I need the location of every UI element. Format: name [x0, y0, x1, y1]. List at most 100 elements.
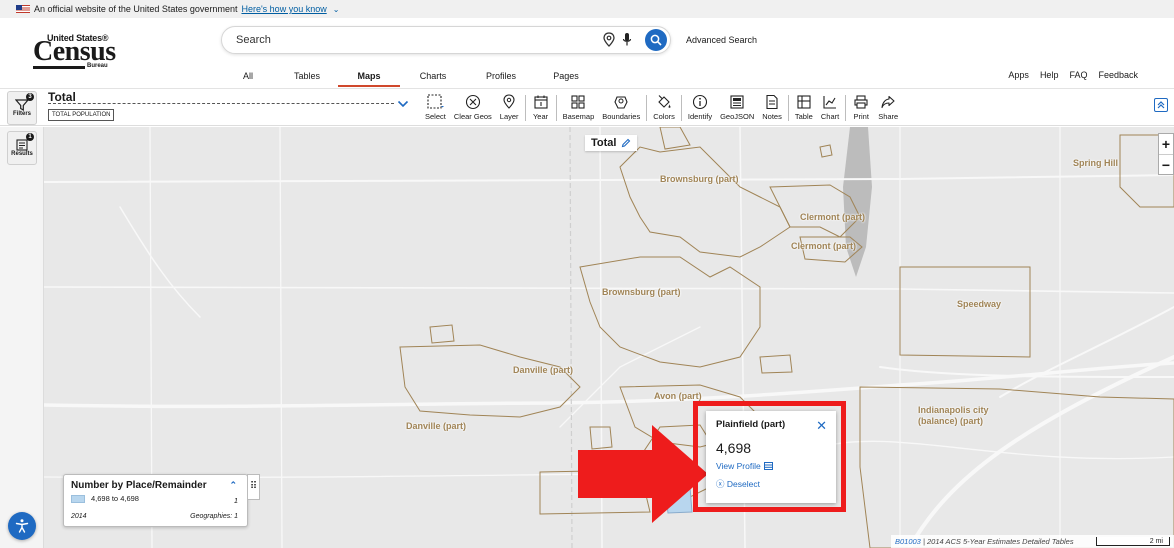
- chevron-down-icon[interactable]: ⌄: [333, 5, 340, 14]
- filters-button[interactable]: Filters 3: [7, 91, 37, 125]
- map-legend: Number by Place/Remainder ⌃ 4,698 to 4,6…: [63, 474, 248, 527]
- share-label: Share: [878, 112, 899, 121]
- gov-banner: An official website of the United States…: [0, 0, 1174, 18]
- location-pin-icon[interactable]: [602, 32, 616, 48]
- chart-button[interactable]: Chart: [817, 93, 843, 123]
- place-label-avon: Avon (part): [654, 391, 702, 401]
- search-button[interactable]: [645, 29, 667, 51]
- site-header: United States® Census Bureau Advanced Se…: [0, 18, 1174, 88]
- double-chevron-up-icon[interactable]: ⌃: [229, 480, 237, 491]
- notes-icon: [763, 93, 781, 111]
- table-title[interactable]: Total: [48, 90, 76, 104]
- layer-button[interactable]: Layer: [496, 93, 523, 123]
- notes-button[interactable]: Notes: [758, 93, 786, 123]
- share-button[interactable]: Share: [874, 93, 902, 123]
- legend-geographies: Geographies: 1: [190, 513, 238, 520]
- boundaries-icon: [612, 93, 630, 111]
- map-toolbar: Filters 3 Total TOTAL POPULATION Select …: [0, 88, 1174, 126]
- collapse-toolbar-button[interactable]: [1154, 98, 1168, 112]
- toolbar-divider: [646, 95, 648, 121]
- toolbar-divider: [524, 95, 526, 121]
- place-label-danville: Danville (part): [513, 365, 574, 375]
- select-label: Select: [425, 112, 446, 121]
- colors-button[interactable]: Colors: [649, 93, 679, 123]
- printer-icon: [852, 93, 870, 111]
- legend-swatch: [71, 494, 85, 503]
- chevron-down-icon[interactable]: [397, 99, 409, 109]
- boundaries-button[interactable]: Boundaries: [598, 93, 644, 123]
- place-label-indianapolis: Indianapolis city: [918, 405, 989, 415]
- place-label-brownsburg: Brownsburg (part): [602, 287, 681, 297]
- double-chevron-up-icon: [1157, 101, 1165, 109]
- accessibility-button[interactable]: [8, 512, 36, 540]
- identify-label: Identify: [687, 112, 713, 121]
- heres-how-you-know-link[interactable]: Here's how you know: [241, 4, 326, 14]
- chart-label: Chart: [820, 112, 840, 121]
- results-button[interactable]: Results 1: [7, 131, 37, 165]
- identify-button[interactable]: Identify: [684, 93, 716, 123]
- tab-maps[interactable]: Maps: [338, 69, 400, 87]
- place-label-clermont: Clermont (part): [800, 212, 865, 222]
- table-id-link[interactable]: B01003: [895, 537, 921, 546]
- filters-count-badge: 3: [26, 93, 34, 101]
- accessibility-icon: [15, 519, 29, 533]
- apps-link[interactable]: Apps: [1008, 70, 1029, 80]
- toolbar-divider: [787, 95, 789, 121]
- table-button[interactable]: Table: [791, 93, 817, 123]
- tab-tables[interactable]: Tables: [276, 69, 338, 87]
- tab-charts[interactable]: Charts: [400, 69, 466, 87]
- microphone-icon[interactable]: [622, 32, 632, 48]
- geojson-label: GeoJSON: [720, 112, 755, 121]
- tab-pages[interactable]: Pages: [536, 69, 596, 87]
- left-panel-rail: Results 1: [0, 127, 44, 548]
- basemap-button[interactable]: Basemap: [559, 93, 599, 123]
- place-label-brownsburg: Brownsburg (part): [660, 174, 739, 184]
- deselect-link[interactable]: ⓧ Deselect: [716, 478, 826, 490]
- census-logo[interactable]: United States® Census Bureau: [33, 33, 123, 75]
- calendar-icon: [532, 93, 550, 111]
- faq-link[interactable]: FAQ: [1069, 70, 1087, 80]
- toolbar-divider: [555, 95, 557, 121]
- geojson-button[interactable]: GeoJSON: [716, 93, 758, 123]
- zoom-controls: + −: [1158, 133, 1174, 175]
- paint-bucket-icon: [655, 93, 673, 111]
- map-tools: Select Clear Geos Layer Year Basemap Bou…: [421, 93, 902, 123]
- popup-geo-name: Plainfield (part): [716, 419, 786, 430]
- close-circle-icon: ⓧ: [716, 479, 725, 489]
- zoom-out-button[interactable]: −: [1159, 154, 1173, 174]
- table-title-underline: [48, 103, 394, 104]
- gov-banner-text: An official website of the United States…: [34, 4, 238, 14]
- drag-handle-icon[interactable]: ⠿: [247, 474, 260, 500]
- clear-geos-label: Clear Geos: [453, 112, 492, 121]
- select-area-icon: [426, 93, 445, 111]
- logo-underline: [33, 66, 85, 69]
- geojson-icon: [728, 93, 746, 111]
- search-input[interactable]: [236, 34, 576, 46]
- clear-geos-button[interactable]: Clear Geos: [450, 93, 496, 123]
- feedback-link[interactable]: Feedback: [1098, 70, 1138, 80]
- year-button[interactable]: Year: [528, 93, 554, 123]
- scale-label: 2 mi: [1149, 538, 1163, 545]
- results-label: Results: [11, 151, 33, 157]
- print-label: Print: [853, 112, 869, 121]
- results-list-icon: [16, 139, 28, 151]
- popup-value: 4,698: [716, 440, 752, 456]
- search-icon: [650, 34, 662, 46]
- notes-label: Notes: [762, 112, 782, 121]
- source-text: | 2014 ACS 5-Year Estimates Detailed Tab…: [922, 537, 1074, 546]
- print-button[interactable]: Print: [848, 93, 874, 123]
- zoom-in-button[interactable]: +: [1159, 134, 1173, 154]
- place-label-speedway: Speedway: [957, 299, 1002, 309]
- view-profile-link[interactable]: View Profile: [716, 461, 826, 471]
- toolbar-divider: [680, 95, 682, 121]
- tab-profiles[interactable]: Profiles: [466, 69, 536, 87]
- results-count-badge: 1: [26, 133, 34, 141]
- legend-count: 1: [233, 496, 238, 505]
- tab-all[interactable]: All: [220, 69, 276, 87]
- boundaries-label: Boundaries: [602, 112, 641, 121]
- pencil-edit-icon[interactable]: [621, 138, 631, 148]
- select-tool-button[interactable]: Select: [421, 93, 450, 123]
- help-link[interactable]: Help: [1040, 70, 1059, 80]
- advanced-search-link[interactable]: Advanced Search: [686, 35, 757, 45]
- close-icon[interactable]: ✕: [816, 418, 827, 434]
